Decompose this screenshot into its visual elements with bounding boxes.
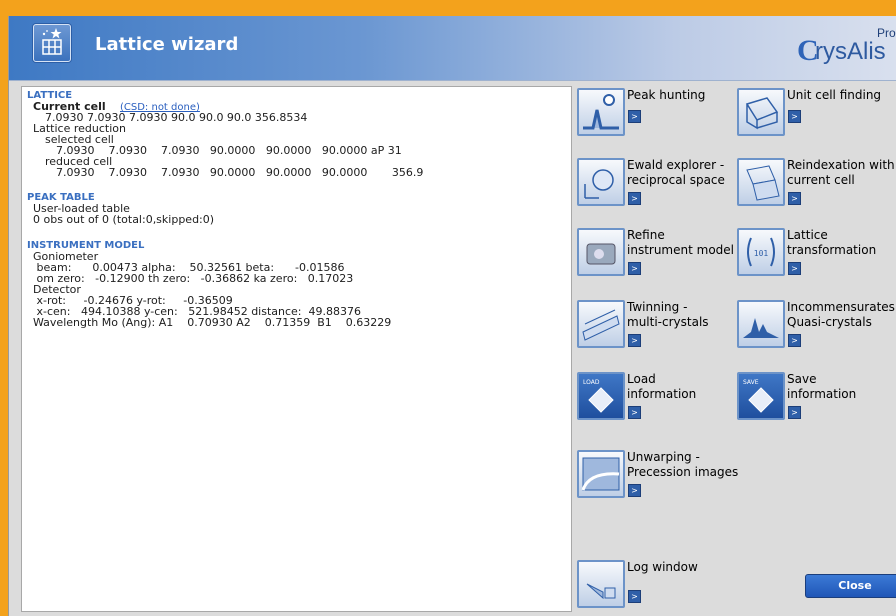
reduced-cell-values: 7.0930 7.0930 7.0930 90.0000 90.0000 90.… bbox=[56, 166, 424, 179]
load-icon: LOAD bbox=[577, 372, 625, 420]
twinning-arrow-icon[interactable]: > bbox=[628, 334, 641, 347]
lattice-wizard-window: Lattice wizard C rysAlis Pro LATTICE Cur… bbox=[8, 16, 896, 616]
unwarping-arrow-icon[interactable]: > bbox=[628, 484, 641, 497]
ewald-explorer-icon bbox=[577, 158, 625, 206]
log-window-icon bbox=[577, 560, 625, 608]
log-window-arrow-icon[interactable]: > bbox=[628, 590, 641, 603]
lattice-transformation-icon: 101 bbox=[737, 228, 785, 276]
load-information-arrow-icon[interactable]: > bbox=[628, 406, 641, 419]
peak-table-count: 0 obs out of 0 (total:0,skipped:0) bbox=[33, 213, 215, 226]
refine-instrument-arrow-icon[interactable]: > bbox=[628, 262, 641, 275]
svg-text:SAVE: SAVE bbox=[743, 379, 759, 386]
om-zero-line: om zero: -0.12900 th zero: -0.36862 ka z… bbox=[33, 272, 354, 285]
twinning-icon bbox=[577, 300, 625, 348]
peak-hunting-arrow-icon[interactable]: > bbox=[628, 110, 641, 123]
unwarping-icon bbox=[577, 450, 625, 498]
svg-text:101: 101 bbox=[754, 249, 769, 258]
window-header: Lattice wizard C rysAlis Pro bbox=[9, 16, 896, 81]
unit-cell-finding-arrow-icon[interactable]: > bbox=[788, 110, 801, 123]
instrument-model-icon bbox=[577, 228, 625, 276]
peak-hunting-icon bbox=[577, 88, 625, 136]
incommensurates-icon bbox=[737, 300, 785, 348]
ewald-explorer-arrow-icon[interactable]: > bbox=[628, 192, 641, 205]
lattice-transformation-arrow-icon[interactable]: > bbox=[788, 262, 801, 275]
window-title: Lattice wizard bbox=[95, 34, 239, 55]
svg-text:LOAD: LOAD bbox=[583, 379, 600, 386]
lattice-wizard-icon bbox=[33, 24, 71, 62]
incommensurates-arrow-icon[interactable]: > bbox=[788, 334, 801, 347]
save-icon: SAVE bbox=[737, 372, 785, 420]
save-information-arrow-icon[interactable]: > bbox=[788, 406, 801, 419]
reindexation-icon bbox=[737, 158, 785, 206]
wavelength-line: Wavelength Mo (Ang): A1 0.70930 A2 0.713… bbox=[33, 316, 392, 329]
close-button[interactable]: Close bbox=[805, 574, 896, 598]
info-text-panel[interactable]: LATTICE Current cell (CSD: not done) 7.0… bbox=[21, 86, 572, 612]
unit-cell-finding-icon bbox=[737, 88, 785, 136]
reindexation-arrow-icon[interactable]: > bbox=[788, 192, 801, 205]
